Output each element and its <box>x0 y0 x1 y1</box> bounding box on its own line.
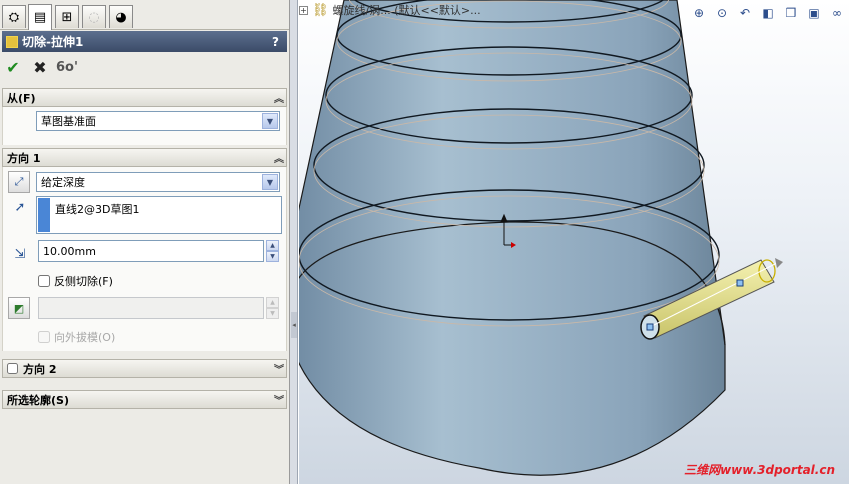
heads-up-view-toolbar: ⊕ ⊙ ↶ ◧ ❒ ▣ ∞ <box>688 2 849 24</box>
cut-extrude-icon <box>6 35 18 48</box>
draft-icon: ◩ <box>13 301 25 315</box>
end-condition-select[interactable]: 给定深度 ▼ <box>36 172 280 192</box>
panel-splitter[interactable]: ◂ <box>290 0 298 484</box>
from-group-label: 从(F) <box>7 91 36 105</box>
zoom-to-fit-icon[interactable]: ⊕ <box>688 3 710 23</box>
property-manager-tab[interactable]: ▤ <box>28 4 52 30</box>
expand-icon[interactable]: ︾ <box>274 392 284 407</box>
reverse-direction-icon: ⤢ <box>14 175 24 188</box>
feature-tree-flyout[interactable]: + ⛓ 螺旋线/涡... (默认<<默认>... <box>299 2 481 18</box>
configuration-manager-tab[interactable]: ⊞ <box>55 5 79 28</box>
draft-angle-spinner: ▲ ▼ <box>266 297 279 319</box>
dimxpert-icon: ◌ <box>88 9 100 25</box>
direction-of-extrusion-icon: ➚ <box>14 199 26 215</box>
feature-tree-icon: ⛭ <box>8 9 20 25</box>
depth-dimension-icon: ⇲ <box>14 246 26 262</box>
collapse-icon[interactable]: ︽ <box>274 150 284 165</box>
dimxpert-tab[interactable]: ◌ <box>82 5 106 28</box>
selected-contours-label: 所选轮廓(S) <box>7 393 69 407</box>
help-button[interactable]: ? <box>272 35 279 49</box>
watermark: 三维网www.3dportal.cn <box>684 463 835 477</box>
manager-tab-strip: ⛭ ▤ ⊞ ◌ ◕ <box>0 0 289 30</box>
tree-flyout-text[interactable]: 螺旋线/涡... (默认<<默认>... <box>333 2 481 18</box>
direction1-group-body: ⤢ 给定深度 ▼ ➚ 直线2@3D草图1 ⇲ 10.00mm ▲ ▼ 反侧切除(… <box>2 167 287 351</box>
property-manager-title-bar: 切除-拉伸1 ? <box>2 31 287 52</box>
hide-show-icon[interactable]: ∞ <box>826 3 848 23</box>
model-canvas[interactable] <box>299 0 849 484</box>
draft-angle-input <box>38 297 264 319</box>
direction1-group-label: 方向 1 <box>7 151 41 165</box>
flip-side-to-cut-checkbox[interactable] <box>38 275 50 287</box>
from-group-body: 草图基准面 ▼ <box>2 107 287 145</box>
chevron-down-icon[interactable]: ▼ <box>262 174 278 190</box>
display-style-icon[interactable]: ▣ <box>803 3 825 23</box>
property-icon: ▤ <box>33 10 47 25</box>
part-icon: ⛓ <box>312 2 329 18</box>
direction2-group-label: 方向 2 <box>23 362 57 376</box>
draft-outward-label: 向外拔模(O) <box>54 331 116 344</box>
conical-body[interactable] <box>299 0 726 476</box>
chevron-down-icon[interactable]: ▼ <box>262 113 278 129</box>
detailed-preview-button[interactable]: 6o' <box>56 57 78 77</box>
feature-manager-tab[interactable]: ⛭ <box>2 5 26 28</box>
direction1-group-header[interactable]: 方向 1 ︽ <box>2 148 287 167</box>
depth-input[interactable]: 10.00mm <box>38 240 264 262</box>
from-group-header[interactable]: 从(F) ︽ <box>2 88 287 107</box>
collapse-panel-icon[interactable]: ◂ <box>291 312 297 338</box>
expand-icon[interactable]: ︾ <box>274 361 284 376</box>
start-condition-value: 草图基准面 <box>41 115 96 128</box>
selection-highlight <box>38 198 50 232</box>
previous-view-icon[interactable]: ↶ <box>734 3 756 23</box>
start-condition-select[interactable]: 草图基准面 ▼ <box>36 111 280 131</box>
direction2-checkbox[interactable] <box>7 363 18 374</box>
draft-on-off-button[interactable]: ◩ <box>8 297 30 319</box>
section-view-icon[interactable]: ◧ <box>757 3 779 23</box>
graphics-viewport[interactable]: + ⛓ 螺旋线/涡... (默认<<默认>... ⊕ ⊙ ↶ ◧ ❒ ▣ ∞ 三… <box>299 0 849 484</box>
display-manager-tab[interactable]: ◕ <box>109 5 133 28</box>
depth-spinner[interactable]: ▲ ▼ <box>266 240 279 262</box>
depth-value: 10.00mm <box>43 244 96 258</box>
flip-side-to-cut-row[interactable]: 反侧切除(F) <box>38 273 113 289</box>
collapse-icon[interactable]: ︽ <box>274 90 284 105</box>
feature-title: 切除-拉伸1 <box>22 35 84 49</box>
direction2-group-header[interactable]: 方向 2 ︾ <box>2 359 287 378</box>
spin-up-icon: ▲ <box>266 297 279 308</box>
draft-outward-checkbox <box>38 331 50 343</box>
flip-side-to-cut-label: 反侧切除(F) <box>54 275 113 288</box>
display-manager-icon: ◕ <box>115 9 127 25</box>
direction-selection-item[interactable]: 直线2@3D草图1 <box>55 201 139 217</box>
property-manager-panel: ⛭ ▤ ⊞ ◌ ◕ 切除-拉伸1 ? ✔ ✖ 6o' 从(F) ︽ 草图基准面 … <box>0 0 290 484</box>
ok-button[interactable]: ✔ <box>3 57 23 77</box>
cancel-button[interactable]: ✖ <box>30 57 50 77</box>
direction-selection-box[interactable]: 直线2@3D草图1 <box>36 196 282 234</box>
expand-tree-icon[interactable]: + <box>299 5 308 15</box>
draft-outward-row: 向外拔模(O) <box>38 329 115 345</box>
view-orientation-icon[interactable]: ❒ <box>780 3 802 23</box>
selected-contours-group-header[interactable]: 所选轮廓(S) ︾ <box>2 390 287 409</box>
end-condition-value: 给定深度 <box>41 176 85 189</box>
action-buttons: ✔ ✖ 6o' <box>0 54 290 80</box>
reverse-direction-button[interactable]: ⤢ <box>8 171 30 193</box>
zoom-area-icon[interactable]: ⊙ <box>711 3 733 23</box>
spin-down-icon: ▼ <box>266 308 279 319</box>
spin-down-icon[interactable]: ▼ <box>266 251 279 262</box>
spin-up-icon[interactable]: ▲ <box>266 240 279 251</box>
configuration-icon: ⊞ <box>61 9 73 25</box>
